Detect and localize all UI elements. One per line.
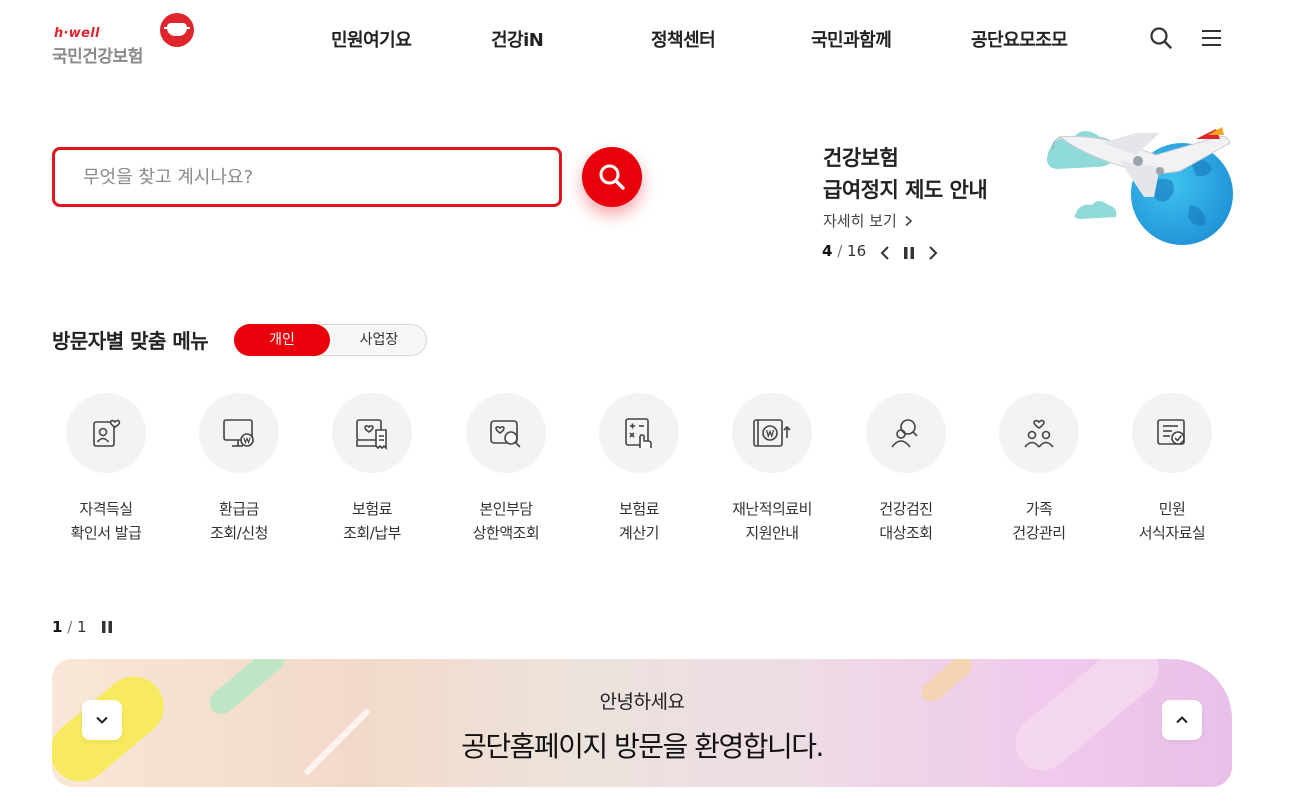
quick-current: 1	[52, 618, 63, 636]
quick-item-catastrophic-medical[interactable]: 재난적의료비지원안내	[717, 393, 827, 545]
quick-label-1: 가족	[1025, 500, 1053, 518]
chevron-right-icon[interactable]	[927, 245, 939, 261]
collapse-button[interactable]	[82, 700, 122, 740]
welcome-message: 공단홈페이지 방문을 환영합니다.	[461, 730, 824, 763]
banner-title[interactable]: 건강보험 급여정지 제도 안내	[823, 142, 988, 206]
checkup-search-icon	[891, 419, 918, 448]
tab-business[interactable]: 사업장	[331, 324, 427, 356]
quick-label-2: 상한액조회	[472, 524, 540, 542]
chevron-up-icon	[1176, 716, 1188, 724]
quick-item-refund[interactable]: 환급금조회/신청	[184, 393, 294, 545]
logo[interactable]: h·well 국민건강보험	[52, 12, 197, 67]
quick-label-1: 자격득실	[79, 500, 133, 518]
welcome-greeting: 안녕하세요	[599, 691, 685, 713]
quick-label-1: 건강검진	[879, 500, 933, 518]
search-icon[interactable]	[1149, 26, 1173, 50]
visitor-menu-title: 방문자별 맞춤 메뉴	[52, 329, 209, 353]
banner-more-label: 자세히 보기	[823, 212, 897, 230]
quick-item-family-health[interactable]: 가족건강관리	[984, 393, 1094, 545]
won-support-icon	[753, 419, 791, 447]
quick-item-checkup-target[interactable]: 건강검진대상조회	[851, 393, 961, 545]
quick-item-forms[interactable]: 민원서식자료실	[1117, 393, 1227, 545]
quick-total: 1	[77, 618, 87, 636]
search-button[interactable]	[582, 147, 642, 207]
logo-name: 국민건강보험	[52, 47, 143, 67]
visitor-type-toggle: 개인 사업장	[234, 324, 427, 356]
quick-label-1: 보험료	[619, 500, 659, 518]
banner-current: 4	[822, 242, 833, 260]
mask-logo-icon	[160, 13, 194, 47]
pause-icon[interactable]	[902, 246, 916, 260]
quick-item-qualification[interactable]: 자격득실확인서 발급	[51, 393, 161, 545]
hamburger-menu-icon[interactable]	[1200, 26, 1224, 50]
family-heart-icon	[1024, 419, 1054, 448]
tab-personal[interactable]: 개인	[234, 324, 330, 356]
quick-label-1: 환급금	[219, 500, 259, 518]
nav-item-civil[interactable]: 민원여기요	[331, 26, 412, 52]
certificate-person-icon	[93, 419, 121, 447]
nav-item-health-in[interactable]: 건강iN	[491, 26, 544, 52]
banner-more-link[interactable]: 자세히 보기	[823, 210, 914, 231]
banner-pager: 4 / 16	[822, 242, 867, 260]
nav-item-policy[interactable]: 정책센터	[651, 26, 716, 52]
nav-item-together[interactable]: 국민과함께	[811, 26, 892, 52]
quick-label-1: 재난적의료비	[732, 500, 812, 518]
quick-label-2: 대상조회	[879, 524, 933, 542]
monitor-won-icon	[223, 419, 254, 447]
quick-item-premium-calculator[interactable]: 보험료계산기	[584, 393, 694, 545]
expand-button[interactable]	[1162, 700, 1202, 740]
calculator-icon	[625, 418, 652, 448]
logo-sub: h·well	[54, 26, 100, 41]
quick-item-copay-limit[interactable]: 본인부담상한액조회	[451, 393, 561, 545]
welcome-banner: 안녕하세요 공단홈페이지 방문을 환영합니다.	[52, 659, 1232, 787]
quick-item-premium-payment[interactable]: 보험료조회/납부	[317, 393, 427, 545]
quick-label-2: 계산기	[619, 524, 659, 542]
quick-label-2: 확인서 발급	[70, 524, 142, 542]
chevron-down-icon	[96, 716, 108, 724]
quick-label-2: 서식자료실	[1138, 524, 1206, 542]
banner-title-line2: 급여정지 제도 안내	[823, 178, 988, 202]
chevron-left-icon[interactable]	[879, 245, 891, 261]
document-form-icon	[1157, 419, 1185, 445]
search-box	[52, 147, 562, 207]
heart-search-icon	[490, 420, 521, 448]
search-input[interactable]	[55, 150, 559, 204]
pause-icon[interactable]	[100, 620, 114, 634]
banner-title-line1: 건강보험	[823, 146, 899, 170]
search-icon	[599, 164, 625, 190]
quick-label-2: 지원안내	[745, 524, 799, 542]
quick-label-1: 보험료	[352, 500, 392, 518]
chevron-right-icon	[905, 215, 912, 227]
banner-total: 16	[847, 242, 867, 260]
quick-label-2: 조회/신청	[210, 524, 268, 542]
quick-label-1: 본인부담	[479, 500, 533, 518]
insurance-bill-icon	[356, 419, 387, 450]
quick-label-1: 민원	[1158, 500, 1186, 518]
nav-item-about[interactable]: 공단요모조모	[971, 26, 1068, 52]
quick-label-2: 건강관리	[1012, 524, 1066, 542]
airplane-globe-illustration	[1047, 127, 1233, 245]
quick-menu-pager: 1 / 1	[52, 618, 87, 636]
quick-label-2: 조회/납부	[343, 524, 401, 542]
